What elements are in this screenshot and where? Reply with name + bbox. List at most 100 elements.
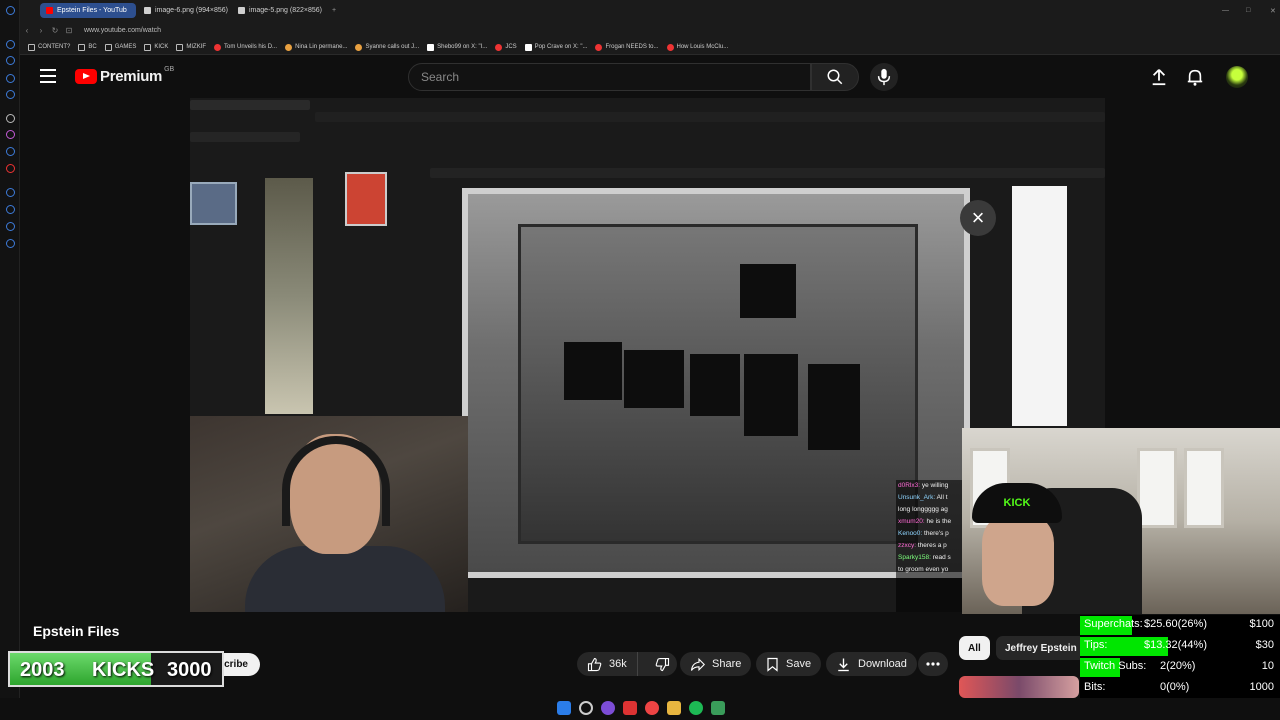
more-horizontal-icon (926, 662, 940, 666)
browser-tab-bar: Epstein Files - YouTub image-6.png (994×… (20, 0, 1280, 20)
app-icon[interactable] (601, 701, 615, 715)
upload-icon[interactable] (1150, 68, 1168, 91)
youtube-logo[interactable]: Premium GB (75, 66, 174, 85)
chip-all[interactable]: All (959, 636, 990, 660)
spotify-icon[interactable] (689, 701, 703, 715)
chip-jeffrey-epstein[interactable]: Jeffrey Epstein (996, 636, 1086, 660)
folder-icon (104, 43, 112, 51)
bookmark-link[interactable]: Nina Lin permane... (285, 43, 347, 51)
site-favicon-icon (285, 43, 293, 51)
bookmark-link[interactable]: Tom Unveils his D... (214, 43, 277, 51)
goal-target: $100 (1249, 618, 1274, 630)
notifications-bell-icon[interactable] (1186, 68, 1204, 91)
recommended-video-thumbnail[interactable] (959, 676, 1079, 698)
sidebar-icon[interactable] (6, 205, 15, 214)
photograph (462, 188, 970, 578)
image-icon (144, 7, 151, 14)
sidebar-icon[interactable] (6, 114, 15, 123)
more-actions-button[interactable] (918, 652, 948, 676)
voice-search-button[interactable] (870, 63, 898, 91)
document-strip (1012, 186, 1067, 426)
sidebar-icon[interactable] (6, 130, 15, 139)
close-icon[interactable]: × (960, 200, 996, 236)
search-button[interactable] (811, 63, 859, 91)
chat-message: Sparky158: read s (898, 554, 951, 561)
minimize-icon[interactable]: — (1216, 3, 1235, 18)
tab-image-6[interactable]: image-6.png (994×856) (138, 3, 234, 18)
youtube-header: Premium GB Search (20, 56, 1280, 98)
bookmark-link[interactable]: How Louis McClu... (666, 43, 728, 51)
guest-webcam: KICK (962, 428, 1280, 614)
avatar[interactable] (1226, 66, 1248, 88)
x-logo-icon (524, 43, 532, 51)
sidebar-icon[interactable] (6, 188, 15, 197)
download-button[interactable]: Download (826, 652, 917, 676)
url-field[interactable]: www.youtube.com/watch (84, 27, 161, 34)
goal-target: 1000 (1249, 681, 1274, 693)
hamburger-menu-icon[interactable] (40, 69, 56, 83)
youtube-favicon-icon (46, 7, 53, 14)
like-button[interactable]: 36k (577, 652, 638, 676)
reload-icon[interactable]: ↻ (48, 26, 62, 35)
like-dislike-group: 36k (577, 652, 677, 676)
goal-value: $25.60(26%) (1144, 618, 1207, 630)
sidebar-icon[interactable] (6, 239, 15, 248)
bookmark-folder[interactable]: MIZKIF (176, 43, 206, 51)
app-icon[interactable] (711, 701, 725, 715)
windows-start-icon[interactable] (557, 701, 571, 715)
bookmark-folder[interactable]: KICK (144, 43, 168, 51)
goal-label: Twitch Subs: (1084, 660, 1147, 672)
streamer-body (245, 546, 445, 612)
bookmarks-bar: CONTENT? BC GAMES KICK MIZKIF Tom Unveil… (20, 40, 1280, 55)
goal-label: Superchats: (1084, 618, 1143, 630)
window (1137, 448, 1177, 528)
app-icon[interactable] (623, 701, 637, 715)
forward-icon[interactable]: › (34, 26, 48, 35)
youtube-favicon-icon (214, 43, 222, 51)
bookmark-link[interactable]: Frogan NEEDS to... (595, 43, 659, 51)
goal-target: $30 (1255, 639, 1274, 651)
search-icon[interactable] (579, 701, 593, 715)
pdf-thumbnail (345, 172, 387, 226)
share-button[interactable]: Share (680, 652, 752, 676)
sidebar-icon[interactable] (6, 90, 15, 99)
sidebar-icon[interactable] (6, 222, 15, 231)
sidebar-icon[interactable] (6, 56, 15, 65)
save-button[interactable]: Save (756, 652, 822, 676)
chat-message: to groom even yo (898, 566, 949, 573)
youtube-favicon-icon (595, 43, 603, 51)
dislike-button[interactable] (645, 652, 680, 676)
sidebar-icon[interactable] (6, 40, 15, 49)
search-input[interactable]: Search (408, 63, 811, 91)
close-window-icon[interactable]: ✕ (1264, 3, 1280, 18)
bookmark-link[interactable]: Pop Crave on X: "... (524, 43, 587, 51)
pdf-thumbnail (190, 182, 237, 225)
bookmark-link[interactable]: Shebo99 on X: "I... (427, 43, 487, 51)
bookmark-link[interactable]: JCS (495, 43, 517, 51)
sidebar-icon[interactable] (6, 74, 15, 83)
headphones-icon (282, 436, 390, 526)
goal-label: Bits: (1084, 681, 1106, 693)
bookmark-folder[interactable]: CONTENT? (28, 43, 70, 51)
chat-message: Kenoo0: there's p (898, 530, 949, 537)
browser-icon[interactable] (645, 701, 659, 715)
back-icon[interactable]: ‹ (20, 26, 34, 35)
stream-goal-row: Bits: 0(0%) 1000 (1080, 678, 1280, 699)
bookmark-folder[interactable]: BC (78, 43, 97, 51)
redaction-box (744, 354, 798, 436)
folder-icon (176, 43, 184, 51)
bookmark-link[interactable]: Syanne calls out J... (355, 43, 419, 51)
folder-icon[interactable] (667, 701, 681, 715)
sidebar-icon[interactable] (6, 147, 15, 156)
tab-youtube[interactable]: Epstein Files - YouTub (40, 3, 136, 18)
youtube-play-icon (75, 69, 97, 84)
youtube-favicon-icon (666, 43, 674, 51)
redaction-box (740, 264, 796, 318)
sidebar-icon[interactable] (6, 164, 15, 173)
new-tab-button[interactable]: + (326, 3, 342, 18)
bookmark-folder[interactable]: GAMES (104, 43, 136, 51)
maximize-icon[interactable]: □ (1240, 3, 1256, 18)
stream-goal-row: Superchats: $25.60(26%) $100 (1080, 615, 1280, 636)
sidebar-icon[interactable] (6, 6, 15, 15)
tab-image-5[interactable]: image-5.png (822×856) (232, 3, 328, 18)
